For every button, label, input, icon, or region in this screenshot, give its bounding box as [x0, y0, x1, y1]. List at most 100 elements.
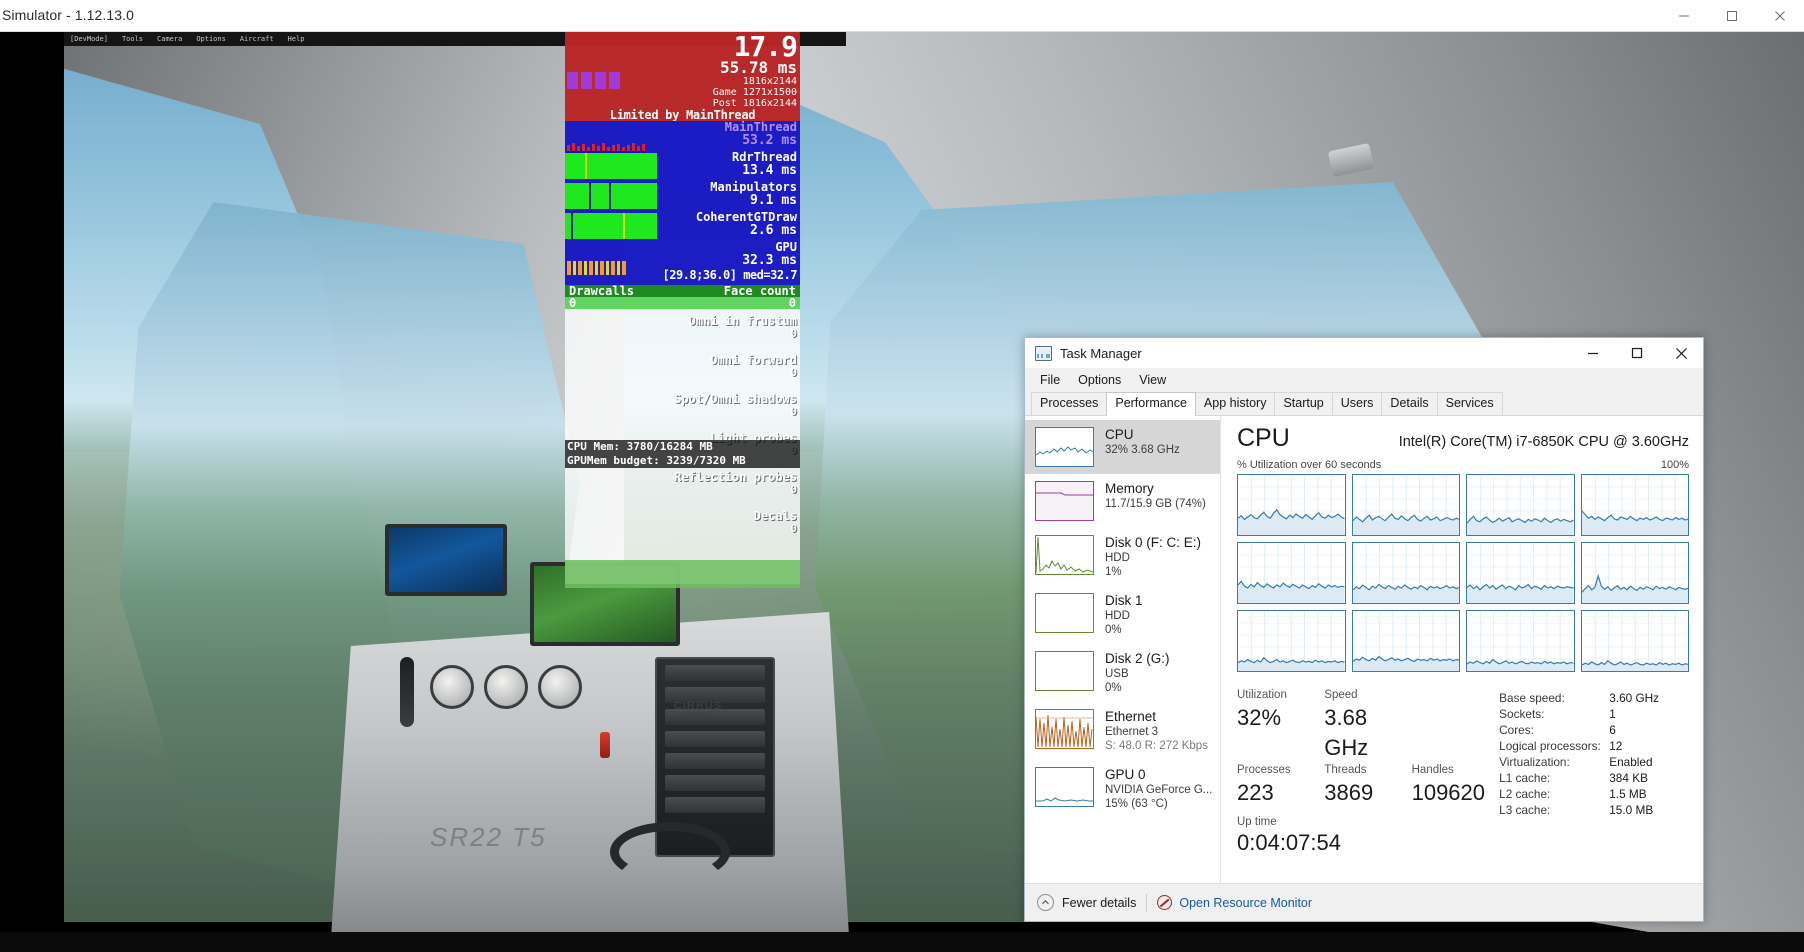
cpu-text: CPU 32% 3.68 GHz — [1105, 427, 1180, 457]
logical-processor-graph — [1466, 542, 1575, 604]
sidebar-label: Memory — [1105, 481, 1206, 497]
thread-row-coherentgtdraw: CoherentGTDraw 2.6 ms — [565, 211, 800, 241]
facecount-value: 0 — [789, 297, 796, 309]
tm-close-icon[interactable] — [1659, 338, 1703, 368]
fewer-details-label: Fewer details — [1062, 896, 1136, 910]
devmode-menu-item[interactable]: [DevMode] — [70, 35, 108, 43]
tm-minimize-icon[interactable] — [1571, 338, 1615, 368]
stat-value: 3869 — [1324, 778, 1411, 808]
open-resource-monitor-label: Open Resource Monitor — [1179, 896, 1312, 910]
fps-value: 17.9 — [565, 34, 800, 60]
sidebar-sub1: NVIDIA GeForce G... — [1105, 783, 1212, 797]
disk2-text: Disk 2 (G:) USB 0% — [1105, 651, 1170, 695]
gpu0-text: GPU 0 NVIDIA GeForce G... 15% (63 °C) — [1105, 767, 1212, 811]
disk1-thumbnail-graph — [1035, 593, 1094, 633]
close-icon[interactable] — [1756, 0, 1804, 32]
logical-processor-graph — [1237, 610, 1346, 672]
tm-maximize-icon[interactable] — [1615, 338, 1659, 368]
minimize-icon[interactable] — [1660, 0, 1708, 32]
spec-row: Logical processors: 12 — [1499, 738, 1689, 754]
sidebar-item-disk1[interactable]: Disk 1 HDD 0% — [1025, 586, 1220, 644]
stat-label: Threads — [1324, 763, 1411, 778]
devmode-menu-item[interactable]: Help — [288, 35, 305, 43]
task-manager-body: CPU 32% 3.68 GHz Memory 11.7/15.9 GB (74… — [1025, 416, 1703, 883]
sidebar-sub2: S: 48.0 R: 272 Kbps — [1105, 739, 1208, 753]
sidebar-item-gpu0[interactable]: GPU 0 NVIDIA GeForce G... 15% (63 °C) — [1025, 760, 1220, 818]
devmode-menu-item[interactable]: Aircraft — [240, 35, 274, 43]
tab-processes[interactable]: Processes — [1031, 392, 1107, 415]
stat-spacer — [1412, 688, 1499, 763]
uptime-label: Up time — [1237, 816, 1499, 828]
ethernet-text: Ethernet Ethernet 3 S: 48.0 R: 272 Kbps — [1105, 709, 1208, 753]
drawcalls-value: 0 — [569, 297, 576, 309]
menu-options[interactable]: Options — [1069, 371, 1130, 389]
chevron-up-icon — [1037, 894, 1054, 911]
devmode-menu-item[interactable]: Tools — [122, 35, 143, 43]
stat-value: 223 — [1237, 778, 1324, 808]
stat-label: Utilization — [1237, 688, 1324, 703]
uptime-value: 0:04:07:54 — [1237, 828, 1499, 858]
gauge-icon — [484, 665, 528, 709]
memory-thumbnail-graph — [1035, 481, 1094, 521]
tab-performance[interactable]: Performance — [1106, 392, 1196, 416]
sidebar-label: Disk 1 — [1105, 593, 1143, 609]
resource-sidebar[interactable]: CPU 32% 3.68 GHz Memory 11.7/15.9 GB (74… — [1025, 416, 1221, 883]
logical-processor-graph — [1581, 542, 1690, 604]
stat-value: 3.68 GHz — [1324, 703, 1411, 763]
tab-users[interactable]: Users — [1332, 392, 1383, 415]
light-stats-list: Omni in frustum 0 Omni forward 0 Spot/Om… — [565, 309, 800, 535]
thread-row-manipulators: Manipulators 9.1 ms — [565, 181, 800, 211]
sidebar-label: CPU — [1105, 427, 1180, 443]
stat-label: Processes — [1237, 763, 1324, 778]
brand-sub: AIRCRAFT — [648, 712, 748, 718]
menu-view[interactable]: View — [1130, 371, 1175, 389]
spec-key: Cores: — [1499, 722, 1609, 738]
fps-red-band: 17.9 55.78 ms 1816x2144 Game 1271x1500 P… — [565, 32, 800, 121]
red-knob — [600, 732, 610, 758]
logical-processor-graph — [1237, 474, 1346, 536]
devmode-menu-item[interactable]: Camera — [157, 35, 182, 43]
menu-file[interactable]: File — [1031, 371, 1069, 389]
sidebar-sub1: 32% 3.68 GHz — [1105, 443, 1180, 457]
cpu-stats-left: Utilization 32% Speed 3.68 GHz Proc — [1237, 688, 1499, 858]
sidebar-sub2: 1% — [1105, 565, 1201, 579]
light-stat-label: Spot/Omni shadows — [565, 393, 800, 406]
tab-app-history[interactable]: App history — [1195, 392, 1276, 415]
spec-row: Cores: 6 — [1499, 722, 1689, 738]
sidebar-item-ethernet[interactable]: Ethernet Ethernet 3 S: 48.0 R: 272 Kbps — [1025, 702, 1220, 760]
task-manager-window-controls — [1571, 338, 1703, 368]
sidebar-item-disk0[interactable]: Disk 0 (F: C: E:) HDD 1% — [1025, 528, 1220, 586]
cpu-thumbnail-graph — [1035, 427, 1094, 467]
maximize-icon[interactable] — [1708, 0, 1756, 32]
spec-value: Enabled — [1609, 754, 1689, 770]
stats-row-1: Utilization 32% Speed 3.68 GHz — [1237, 688, 1499, 763]
open-resource-monitor-link[interactable]: Open Resource Monitor — [1157, 895, 1312, 910]
simulator-titlebar: t Simulator - 1.12.13.0 — [0, 0, 1804, 32]
task-manager-tabs[interactable]: Processes Performance App history Startu… — [1025, 392, 1703, 416]
spec-row: L3 cache: 15.0 MB — [1499, 802, 1689, 818]
gauge-icon — [538, 665, 582, 709]
thread-row-mainthread: MainThread 53.2 ms — [565, 121, 800, 151]
sidebar-item-cpu[interactable]: CPU 32% 3.68 GHz — [1025, 420, 1220, 474]
logical-processor-graph — [1352, 542, 1461, 604]
sidebar-sub1: 11.7/15.9 GB (74%) — [1105, 497, 1206, 511]
spec-row: Virtualization: Enabled — [1499, 754, 1689, 770]
spec-value: 15.0 MB — [1609, 802, 1689, 818]
spec-key: Virtualization: — [1499, 754, 1609, 770]
light-stat-label: Reflection probes — [565, 471, 800, 484]
stat-label: Speed — [1324, 688, 1411, 703]
task-manager-window[interactable]: Task Manager File Options View Processes… — [1024, 337, 1704, 922]
tab-details[interactable]: Details — [1381, 392, 1437, 415]
tab-startup[interactable]: Startup — [1274, 392, 1332, 415]
sidebar-item-memory[interactable]: Memory 11.7/15.9 GB (74%) — [1025, 474, 1220, 528]
aircraft-brand: CIRRUS AIRCRAFT — [648, 700, 748, 718]
devmode-menu-item[interactable]: Options — [196, 35, 226, 43]
thread-row-rdrthread: RdrThread 13.4 ms — [565, 151, 800, 181]
fewer-details-button[interactable]: Fewer details — [1037, 894, 1136, 911]
cpu-model: Intel(R) Core(TM) i7-6850K CPU @ 3.60GHz — [1399, 434, 1689, 450]
sidebar-item-disk2[interactable]: Disk 2 (G:) USB 0% — [1025, 644, 1220, 702]
spec-row: Base speed: 3.60 GHz — [1499, 690, 1689, 706]
light-stat-label: Omni in frustum — [565, 315, 800, 328]
tab-services[interactable]: Services — [1437, 392, 1503, 415]
task-manager-menubar[interactable]: File Options View — [1025, 368, 1703, 392]
